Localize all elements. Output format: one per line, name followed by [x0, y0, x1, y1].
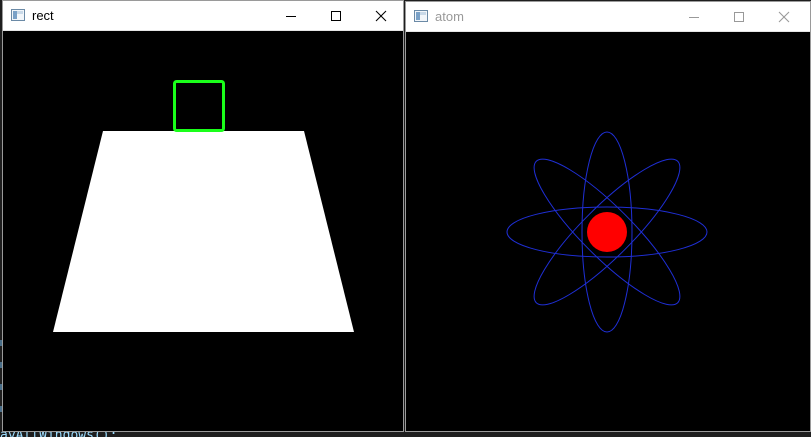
window-title: rect [32, 8, 54, 23]
maximize-button[interactable] [313, 1, 359, 30]
green-square-outline [173, 80, 225, 132]
window-title: atom [435, 9, 464, 24]
atom-window[interactable]: atom [405, 1, 811, 432]
atom-canvas[interactable] [406, 31, 810, 431]
opencv-window-icon [414, 10, 428, 22]
minimize-button[interactable] [268, 1, 314, 30]
nucleus [587, 212, 627, 252]
maximize-icon [331, 10, 341, 21]
close-icon [778, 11, 790, 22]
close-button[interactable] [761, 2, 807, 31]
rect-canvas[interactable] [3, 30, 403, 431]
maximize-button[interactable] [716, 2, 762, 31]
maximize-icon [734, 11, 744, 22]
minimize-icon [286, 15, 296, 17]
rect-window-titlebar[interactable]: rect [3, 1, 403, 31]
close-button[interactable] [358, 1, 404, 30]
rect-window[interactable]: rect [2, 0, 404, 432]
minimize-icon [689, 16, 699, 18]
minimize-button[interactable] [671, 2, 717, 31]
white-trapezoid [53, 131, 354, 332]
close-icon [375, 10, 387, 21]
atom-window-titlebar[interactable]: atom [406, 2, 810, 32]
opencv-window-icon [11, 9, 25, 21]
